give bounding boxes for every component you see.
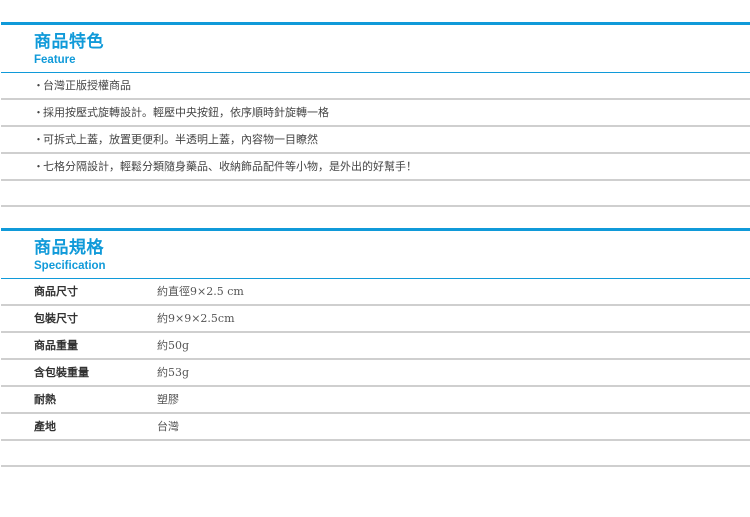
feature-subtitle: Feature — [34, 54, 76, 66]
spec-row: 商品重量 約50g — [1, 333, 750, 360]
feature-item-text: 採用按壓式旋轉設計。輕壓中央按鈕，依序順時針旋轉一格 — [43, 106, 329, 119]
spec-heading: 商品規格 Specification — [1, 231, 750, 278]
feature-item: ・ 台灣正版授權商品 — [1, 73, 750, 100]
spec-label: 商品重量 — [34, 339, 78, 352]
feature-section: 商品特色 Feature ・ 台灣正版授權商品 ・ 採用按壓式旋轉設計。輕壓中央… — [1, 22, 750, 207]
spec-row: 商品尺寸 約直徑9×2.5 cm — [1, 279, 750, 306]
spec-label: 商品尺寸 — [34, 285, 78, 298]
spec-row: 產地 台灣 — [1, 414, 750, 441]
feature-item-text: 可拆式上蓋，放置更便利。半透明上蓋，內容物一目瞭然 — [43, 133, 318, 146]
feature-title: 商品特色 — [34, 32, 104, 52]
spec-value: 塑膠 — [157, 393, 179, 406]
feature-item-text: 七格分隔設計，輕鬆分類隨身藥品、收納飾品配件等小物，是外出的好幫手！ — [43, 160, 417, 173]
spec-row: 含包裝重量 約53g — [1, 360, 750, 387]
spec-value: 台灣 — [157, 420, 179, 433]
feature-item: ・ 採用按壓式旋轉設計。輕壓中央按鈕，依序順時針旋轉一格 — [1, 100, 750, 127]
spec-label: 包裝尺寸 — [34, 312, 78, 325]
feature-item: ・ 可拆式上蓋，放置更便利。半透明上蓋，內容物一目瞭然 — [1, 127, 750, 154]
spec-row: 包裝尺寸 約9×9×2.5cm — [1, 306, 750, 333]
feature-item: ・ 七格分隔設計，輕鬆分類隨身藥品、收納飾品配件等小物，是外出的好幫手！ — [1, 154, 750, 181]
feature-empty-row — [1, 181, 750, 207]
spec-label: 含包裝重量 — [34, 366, 89, 379]
spec-row: 耐熱 塑膠 — [1, 387, 750, 414]
spec-subtitle: Specification — [34, 260, 106, 272]
spec-label: 產地 — [34, 420, 56, 433]
spec-title: 商品規格 — [34, 238, 104, 258]
feature-item-text: 台灣正版授權商品 — [43, 79, 131, 92]
spec-value: 約直徑9×2.5 cm — [157, 285, 244, 298]
spec-label: 耐熱 — [34, 393, 56, 406]
spec-value: 約50g — [157, 339, 190, 352]
feature-heading: 商品特色 Feature — [1, 25, 750, 72]
specification-section: 商品規格 Specification 商品尺寸 約直徑9×2.5 cm 包裝尺寸… — [1, 228, 750, 467]
spec-value: 約9×9×2.5cm — [157, 312, 235, 325]
spec-value: 約53g — [157, 366, 190, 379]
spec-empty-row — [1, 441, 750, 467]
